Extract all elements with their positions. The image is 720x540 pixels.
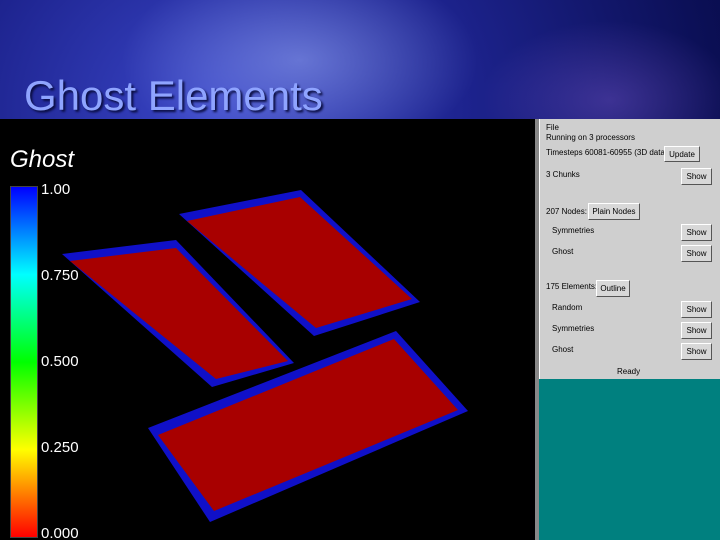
nodes-ghosts-label: Ghost	[552, 247, 574, 256]
update-button[interactable]: Update	[664, 146, 700, 162]
nodes-symmetries-show-button[interactable]: Show	[681, 224, 712, 241]
elements-symmetries-label: Symmetries	[552, 324, 595, 333]
elements-ghosts-label: Ghost	[552, 345, 574, 354]
nodes-symmetries-label: Symmetries	[552, 226, 595, 235]
nodes-label: 207 Nodes:	[546, 207, 587, 216]
random-label: Random	[552, 303, 583, 312]
desktop-background	[539, 379, 720, 540]
outline-button[interactable]: Outline	[596, 280, 630, 297]
timesteps-text: Timesteps 60081-60955 (3D data)	[546, 148, 668, 157]
status-text: Ready	[617, 367, 641, 376]
plain-nodes-button[interactable]: Plain Nodes	[588, 203, 640, 220]
random-show-button[interactable]: Show	[681, 301, 712, 318]
slide-title: Ghost Elements	[24, 72, 323, 119]
mesh-render	[62, 190, 468, 522]
elements-label: 175 Elements:	[546, 282, 598, 291]
render-viewport[interactable]: Ghost 1.00 0.750 0.500 0.250 0.000	[0, 119, 537, 540]
file-menu[interactable]: File	[546, 123, 559, 132]
chunks-label: 3 Chunks	[546, 170, 580, 179]
control-panel: File Running on 3 processors Timesteps 6…	[539, 119, 720, 379]
nodes-ghosts-show-button[interactable]: Show	[681, 245, 712, 262]
elements-symmetries-show-button[interactable]: Show	[681, 322, 712, 339]
chunks-show-button[interactable]: Show	[681, 168, 712, 185]
running-text: Running on 3 processors	[546, 133, 635, 142]
elements-ghosts-show-button[interactable]: Show	[681, 343, 712, 360]
